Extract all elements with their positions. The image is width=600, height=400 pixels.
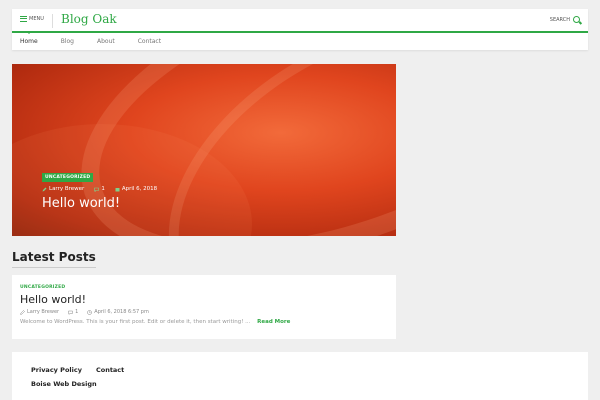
read-more-link[interactable]: Read More: [257, 319, 290, 325]
section-underline: [12, 267, 96, 268]
nav-about[interactable]: About: [97, 38, 115, 45]
featured-post-hero[interactable]: UNCATEGORIZED Larry Brewer 1 April 6, 20…: [12, 64, 396, 236]
menu-label: MENU: [29, 16, 44, 22]
category-badge[interactable]: UNCATEGORIZED: [42, 173, 94, 182]
hero-author[interactable]: Larry Brewer: [42, 186, 84, 192]
post-author[interactable]: Larry Brewer: [20, 309, 59, 315]
comment-icon: [94, 187, 100, 192]
hero-title[interactable]: Hello world!: [42, 196, 157, 211]
hero-meta: Larry Brewer 1 April 6, 2018: [42, 186, 157, 192]
post-date[interactable]: April 6, 2018 6:57 pm: [87, 309, 149, 315]
post-date: April 6, 2018: [121, 186, 158, 192]
author-name: Larry Brewer: [27, 309, 60, 315]
comment-count: 1: [75, 309, 79, 315]
post-comments[interactable]: 1: [68, 309, 78, 315]
calendar-icon: [115, 187, 120, 191]
search-button[interactable]: SEARCH: [550, 16, 580, 23]
nav-contact[interactable]: Contact: [138, 38, 161, 45]
menu-button[interactable]: MENU: [20, 16, 44, 22]
search-label: SEARCH: [549, 16, 570, 23]
author-name: Larry Brewer: [49, 186, 85, 192]
footer-site-name[interactable]: Boise Web Design: [31, 380, 569, 388]
nav-home[interactable]: Home: [20, 32, 38, 45]
post-title[interactable]: Hello world!: [20, 293, 388, 306]
footer-nav: Privacy Policy Contact: [31, 366, 569, 374]
post-category[interactable]: UNCATEGORIZED: [20, 285, 388, 290]
comment-icon: [68, 310, 73, 315]
header-topbar: MENU Blog Oak SEARCH: [12, 9, 588, 33]
comment-count: 1: [101, 186, 105, 192]
hero-comments[interactable]: 1: [94, 186, 105, 192]
footer-link-privacy[interactable]: Privacy Policy: [31, 366, 82, 374]
clock-icon: [87, 309, 93, 315]
section-heading: Latest Posts: [12, 250, 96, 264]
post-meta: Larry Brewer 1 April 6, 2018 6:57 pm: [20, 309, 388, 315]
site-header: MENU Blog Oak SEARCH Home Blog About Con…: [12, 9, 588, 50]
hero-date[interactable]: April 6, 2018: [115, 186, 157, 192]
site-footer: Privacy Policy Contact Boise Web Design: [12, 352, 588, 400]
hero-content: UNCATEGORIZED Larry Brewer 1 April 6, 20…: [42, 163, 157, 211]
nav-blog[interactable]: Blog: [61, 38, 74, 45]
site-title[interactable]: Blog Oak: [61, 12, 117, 26]
brand-divider: [52, 14, 53, 28]
post-card: UNCATEGORIZED Hello world! Larry Brewer …: [12, 275, 396, 339]
post-excerpt: Welcome to WordPress. This is your first…: [20, 319, 388, 325]
pencil-icon: [20, 309, 25, 315]
footer-link-contact[interactable]: Contact: [96, 366, 124, 374]
main-nav: Home Blog About Contact: [12, 32, 588, 50]
pencil-icon: [42, 187, 47, 191]
hamburger-icon: [20, 16, 27, 22]
excerpt-text: Welcome to WordPress. This is your first…: [20, 319, 251, 325]
date-text: April 6, 2018 6:57 pm: [94, 309, 149, 315]
search-icon: [573, 16, 580, 23]
